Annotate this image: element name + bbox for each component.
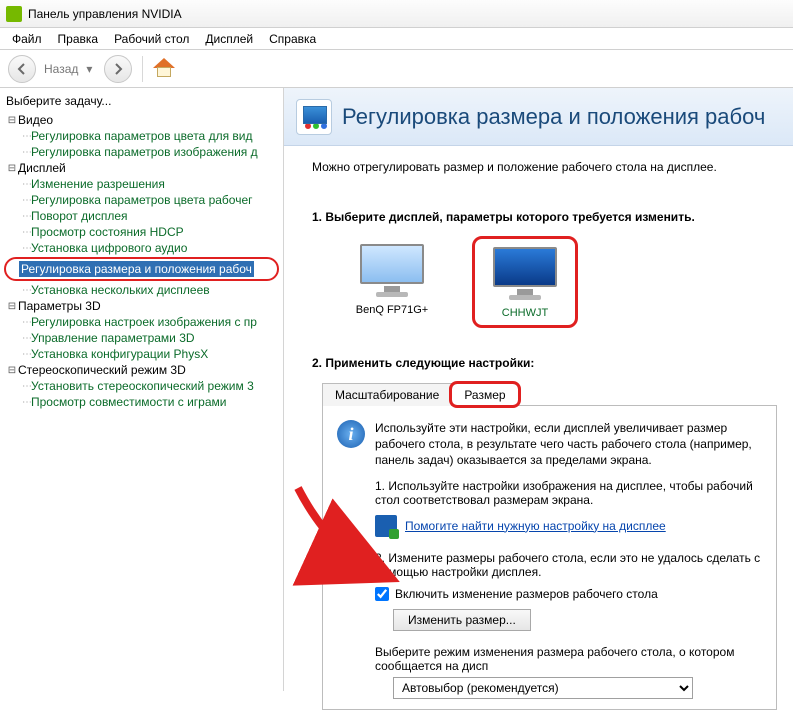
intro-text: Можно отрегулировать размер и положение … bbox=[312, 160, 777, 174]
enable-resize-checkbox[interactable] bbox=[375, 587, 389, 601]
titlebar: Панель управления NVIDIA bbox=[0, 0, 793, 28]
main-header: Регулировка размера и положения рабоч bbox=[284, 88, 793, 146]
tab-scaling[interactable]: Масштабирование bbox=[322, 383, 452, 406]
home-icon[interactable] bbox=[153, 58, 175, 80]
collapse-icon[interactable]: ⊟ bbox=[6, 301, 18, 312]
info-text: Используйте эти настройки, если дисплей … bbox=[375, 420, 764, 469]
menu-edit[interactable]: Правка bbox=[50, 30, 107, 48]
tree-cat-display[interactable]: ⊟ Дисплей bbox=[2, 160, 281, 176]
header-icon bbox=[296, 99, 332, 135]
tab-panel-size: i Используйте эти настройки, если диспле… bbox=[322, 406, 777, 710]
tree-item[interactable]: ⋯Установка нескольких дисплеев bbox=[2, 282, 281, 298]
back-label: Назад bbox=[44, 62, 78, 76]
tree-item[interactable]: ⋯Регулировка параметров цвета рабочег bbox=[2, 192, 281, 208]
task-tree: ⊟ Видео ⋯Регулировка параметров цвета дл… bbox=[2, 112, 281, 410]
substep-2: 2. Измените размеры рабочего стола, если… bbox=[375, 551, 764, 579]
tree-item-selected[interactable]: ⋯Регулировка размера и положения рабоч bbox=[4, 257, 279, 281]
display-item-1[interactable]: BenQ FP71G+ bbox=[342, 236, 442, 328]
menu-help[interactable]: Справка bbox=[261, 30, 324, 48]
tree-cat-stereo[interactable]: ⊟ Стереоскопический режим 3D bbox=[2, 362, 281, 378]
back-dropdown-icon[interactable]: ▾ bbox=[86, 62, 100, 76]
display-label: CHHWJT bbox=[502, 307, 548, 319]
tree-cat-video[interactable]: ⊟ Видео bbox=[2, 112, 281, 128]
enable-resize-label: Включить изменение размеров рабочего сто… bbox=[395, 587, 658, 601]
resize-mode-select[interactable]: Автовыбор (рекомендуется) bbox=[393, 677, 693, 699]
back-button[interactable] bbox=[8, 55, 36, 83]
nav-separator bbox=[142, 56, 143, 82]
display-item-2[interactable]: CHHWJT bbox=[472, 236, 578, 328]
tree-item[interactable]: ⋯Просмотр совместимости с играми bbox=[2, 394, 281, 410]
menu-display[interactable]: Дисплей bbox=[197, 30, 261, 48]
tree-item[interactable]: ⋯Управление параметрами 3D bbox=[2, 330, 281, 346]
tree-item[interactable]: ⋯Поворот дисплея bbox=[2, 208, 281, 224]
tree-item[interactable]: ⋯Регулировка параметров изображения д bbox=[2, 144, 281, 160]
tree-item[interactable]: ⋯Просмотр состояния HDCP bbox=[2, 224, 281, 240]
resize-button[interactable]: Изменить размер... bbox=[393, 609, 531, 631]
display-label: BenQ FP71G+ bbox=[356, 304, 428, 316]
sidebar: Выберите задачу... ⊟ Видео ⋯Регулировка … bbox=[0, 88, 284, 691]
menubar: Файл Правка Рабочий стол Дисплей Справка bbox=[0, 28, 793, 50]
collapse-icon[interactable]: ⊟ bbox=[6, 365, 18, 376]
sidebar-title: Выберите задачу... bbox=[2, 92, 281, 112]
monitor-icon bbox=[487, 245, 563, 301]
substep-1: 1. Используйте настройки изображения на … bbox=[375, 479, 764, 507]
tree-item[interactable]: ⋯Регулировка настроек изображения с пр bbox=[2, 314, 281, 330]
step1-title: 1. Выберите дисплей, параметры которого … bbox=[312, 210, 777, 224]
step2-title: 2. Применить следующие настройки: bbox=[312, 356, 777, 370]
monitor-icon bbox=[354, 242, 430, 298]
tree-item[interactable]: ⋯Регулировка параметров цвета для вид bbox=[2, 128, 281, 144]
nvidia-icon bbox=[6, 6, 22, 22]
help-link[interactable]: Помогите найти нужную настройку на диспл… bbox=[405, 519, 666, 533]
page-title: Регулировка размера и положения рабоч bbox=[342, 104, 765, 130]
collapse-icon[interactable]: ⊟ bbox=[6, 115, 18, 126]
collapse-icon[interactable]: ⊟ bbox=[6, 163, 18, 174]
menu-file[interactable]: Файл bbox=[4, 30, 50, 48]
tree-item[interactable]: ⋯Установить стереоскопический режим 3 bbox=[2, 378, 281, 394]
window-title: Панель управления NVIDIA bbox=[28, 7, 182, 21]
info-icon: i bbox=[337, 420, 365, 448]
nav-toolbar: Назад ▾ bbox=[0, 50, 793, 88]
menu-desktop[interactable]: Рабочий стол bbox=[106, 30, 197, 48]
tree-item[interactable]: ⋯Установка цифрового аудио bbox=[2, 240, 281, 256]
tab-size[interactable]: Размер bbox=[451, 383, 518, 406]
tree-item[interactable]: ⋯Изменение разрешения bbox=[2, 176, 281, 192]
tabs: Масштабирование Размер bbox=[322, 382, 777, 406]
mode-note: Выберите режим изменения размера рабочег… bbox=[375, 645, 764, 673]
forward-button[interactable] bbox=[104, 55, 132, 83]
main-panel: Регулировка размера и положения рабоч Мо… bbox=[284, 88, 793, 691]
tree-item[interactable]: ⋯Установка конфигурации PhysX bbox=[2, 346, 281, 362]
display-settings-icon bbox=[375, 515, 397, 537]
display-list: BenQ FP71G+ CHHWJT bbox=[342, 236, 777, 328]
tree-cat-3d[interactable]: ⊟ Параметры 3D bbox=[2, 298, 281, 314]
